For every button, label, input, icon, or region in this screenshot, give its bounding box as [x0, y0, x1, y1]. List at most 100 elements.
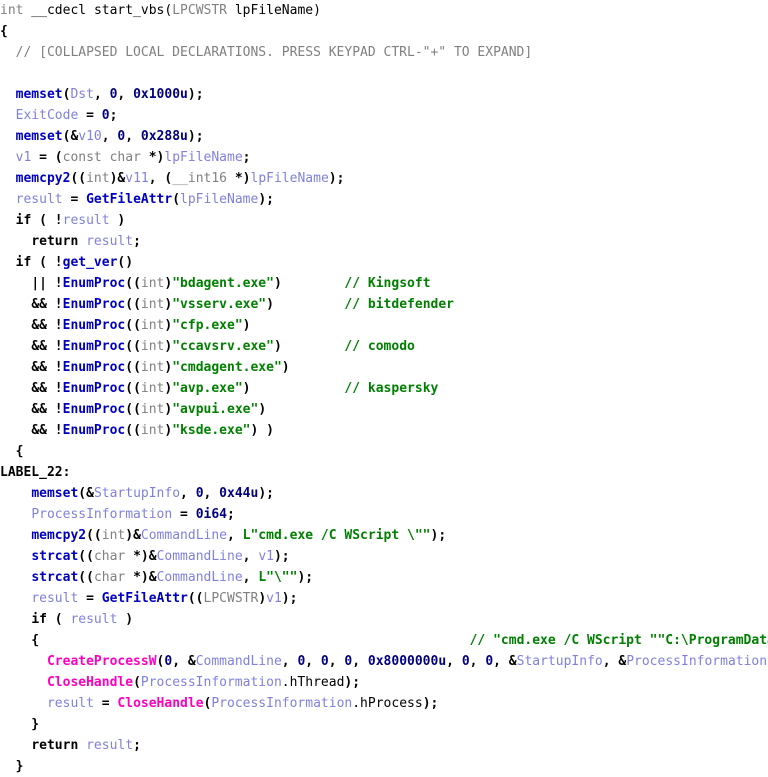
code-token: v1: [266, 591, 282, 606]
code-line[interactable]: CloseHandle(ProcessInformation.hThread);: [0, 672, 768, 693]
code-token: EnumProc: [62, 360, 126, 375]
code-line[interactable]: memcpy2((int)&CommandLine, L"cmd.exe /C …: [0, 525, 768, 546]
code-token: ): [117, 612, 134, 627]
code-line[interactable]: && !EnumProc((int)"vsserv.exe") // bitde…: [0, 294, 768, 315]
code-token: !: [54, 255, 63, 270]
code-token: {: [0, 633, 40, 648]
code-token: !: [54, 402, 63, 417]
code-token: 0: [297, 654, 306, 669]
code-line[interactable]: && !EnumProc((int)"avp.exe") // kaspersk…: [0, 378, 768, 399]
code-token: ): [273, 276, 282, 291]
code-line[interactable]: result = GetFileAttr(lpFileName);: [0, 189, 768, 210]
code-line[interactable]: return result;: [0, 735, 768, 756]
code-line[interactable]: ExitCode = 0;: [0, 105, 768, 126]
code-line[interactable]: // [COLLAPSED LOCAL DECLARATIONS. PRESS …: [0, 42, 768, 63]
code-token: );: [187, 129, 204, 144]
code-line[interactable]: strcat((char *)&CommandLine, v1);: [0, 546, 768, 567]
code-line[interactable]: && !EnumProc((int)"cmdagent.exe"): [0, 357, 768, 378]
code-line[interactable]: { // "cmd.exe /C WScript ""C:\ProgramDat…: [0, 630, 768, 651]
code-token: &&: [31, 318, 47, 333]
code-token: );: [430, 528, 447, 543]
code-line[interactable]: {: [0, 21, 768, 42]
code-token: ,: [242, 570, 259, 585]
code-token: ): [242, 318, 251, 333]
code-line[interactable]: strcat((char *)&CommandLine, L"\"");: [0, 567, 768, 588]
code-token: StartupInfo: [516, 654, 603, 669]
code-line[interactable]: memset(&v10, 0, 0x288u);: [0, 126, 768, 147]
code-line[interactable]: && !EnumProc((int)"ccavsrv.exe") // como…: [0, 336, 768, 357]
code-line[interactable]: ProcessInformation = 0i64;: [0, 504, 768, 525]
code-token: 0: [320, 654, 329, 669]
code-token: ((: [187, 591, 204, 606]
code-line[interactable]: if ( result ): [0, 609, 768, 630]
code-token: Dst: [70, 87, 94, 102]
code-line[interactable]: [0, 63, 768, 84]
code-line[interactable]: memset(&StartupInfo, 0, 0x44u);: [0, 483, 768, 504]
code-line[interactable]: memset(Dst, 0, 0x1000u);: [0, 84, 768, 105]
code-line[interactable]: memcpy2((int)&v11, (__int16 *)lpFileName…: [0, 168, 768, 189]
comment-gap: [39, 633, 469, 648]
code-token: ,: [328, 654, 345, 669]
code-token: lpFileName: [164, 150, 243, 165]
code-token: ;: [242, 150, 251, 165]
code-token: );: [422, 696, 439, 711]
code-token: "ccavsrv.exe": [172, 339, 274, 354]
code-line[interactable]: || !EnumProc((int)"bdagent.exe") // King…: [0, 273, 768, 294]
code-token: ((: [125, 381, 141, 396]
code-token: (: [172, 192, 181, 207]
code-token: "avpui.exe": [172, 402, 259, 417]
code-token: ((: [125, 276, 141, 291]
comment-gap: [274, 297, 344, 312]
code-token: =: [78, 108, 102, 123]
code-token: memcpy2: [31, 528, 87, 543]
code-line[interactable]: result = CloseHandle(ProcessInformation.…: [0, 693, 768, 714]
code-line[interactable]: }: [0, 756, 768, 777]
code-line[interactable]: LABEL_22:: [0, 462, 768, 483]
code-token: 0i64: [195, 507, 227, 522]
code-token: get_ver: [62, 255, 118, 270]
code-token: LPCWSTR: [172, 3, 228, 18]
code-token: if: [31, 612, 47, 627]
code-line[interactable]: }: [0, 714, 768, 735]
code-line[interactable]: if ( !result ): [0, 210, 768, 231]
code-token: (): [117, 255, 134, 270]
code-token: CreateProcessW: [46, 654, 157, 669]
code-token: int: [140, 381, 165, 396]
code-line[interactable]: if ( !get_ver(): [0, 252, 768, 273]
inline-comment: // "cmd.exe /C WScript ""C:\ProgramData\…: [469, 633, 768, 648]
code-line[interactable]: && !EnumProc((int)"avpui.exe"): [0, 399, 768, 420]
code-line[interactable]: result = GetFileAttr((LPCWSTR)v1);: [0, 588, 768, 609]
code-token: &&: [31, 360, 47, 375]
code-line[interactable]: && !EnumProc((int)"cfp.exe"): [0, 315, 768, 336]
code-line[interactable]: return result;: [0, 231, 768, 252]
code-token: ;: [133, 234, 141, 249]
code-token: {: [0, 24, 8, 39]
code-token: L"\"": [258, 570, 298, 585]
code-token: );: [281, 591, 298, 606]
code-token: ,: [242, 549, 259, 564]
code-token: ,: [101, 129, 118, 144]
code-token: __int16: [172, 171, 228, 186]
code-token: ||: [31, 276, 47, 291]
code-line[interactable]: && !EnumProc((int)"ksde.exe") ): [0, 420, 768, 441]
code-token: result: [31, 591, 79, 606]
code-line[interactable]: v1 = (const char *)lpFileName;: [0, 147, 768, 168]
inline-comment: // bitdefender: [344, 297, 454, 312]
code-line[interactable]: int __cdecl start_vbs(LPCWSTR lpFileName…: [0, 0, 768, 21]
code-line[interactable]: {: [0, 441, 768, 462]
code-token: ): [258, 591, 267, 606]
code-token: ;: [109, 108, 118, 123]
code-line[interactable]: CreateProcessW(0, &CommandLine, 0, 0, 0,…: [0, 651, 768, 672]
code-token: ((: [125, 339, 141, 354]
code-token: v1: [258, 549, 274, 564]
code-token: __cdecl: [23, 3, 94, 18]
code-token: );: [344, 675, 361, 690]
code-token: int: [140, 276, 165, 291]
code-token: 0x44u: [219, 486, 259, 501]
pseudocode-view[interactable]: int __cdecl start_vbs (LPCWSTR lpFileName…: [0, 0, 768, 774]
